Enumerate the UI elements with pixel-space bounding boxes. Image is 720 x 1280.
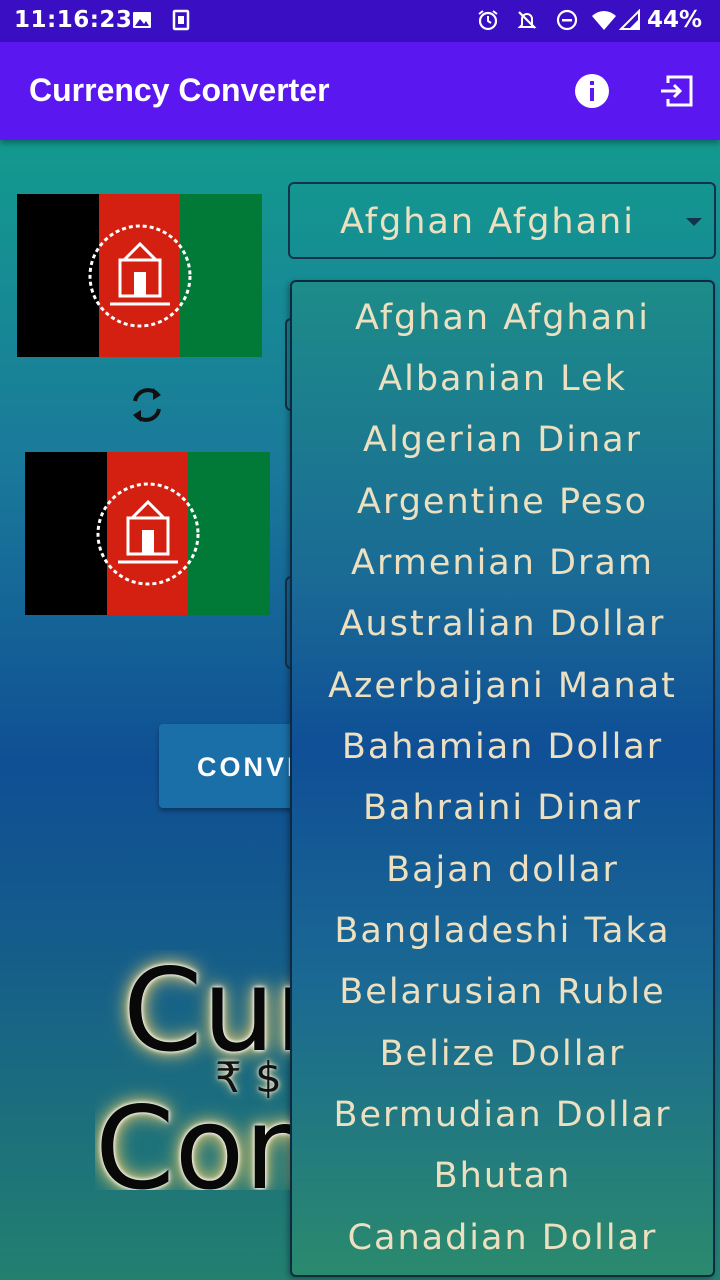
sim-icon xyxy=(172,9,190,31)
app-logo: Currency ₹ $ Converter xyxy=(95,950,290,1190)
dropdown-item[interactable]: Afghan Afghani xyxy=(292,288,713,349)
dropdown-item[interactable]: Belize Dollar xyxy=(292,1024,713,1085)
flag-emblem-icon xyxy=(96,482,199,585)
exit-icon[interactable] xyxy=(658,72,696,110)
dnd-icon xyxy=(556,9,578,31)
from-currency-value: Afghan Afghani xyxy=(340,202,635,242)
status-time: 11:16:23 xyxy=(14,7,133,33)
dropdown-item[interactable]: Australian Dollar xyxy=(292,594,713,655)
dropdown-item[interactable]: Bajan dollar xyxy=(292,840,713,901)
mute-icon xyxy=(517,11,537,29)
wifi-icon xyxy=(592,11,616,30)
dropdown-item[interactable]: Azerbaijani Manat xyxy=(292,656,713,717)
dropdown-item[interactable]: Bhutan xyxy=(292,1146,713,1207)
flag-emblem-icon xyxy=(88,224,191,327)
dropdown-item[interactable]: Bahraini Dinar xyxy=(292,778,713,839)
dropdown-arrow-icon xyxy=(686,218,702,226)
alarm-icon xyxy=(478,10,498,31)
dropdown-item[interactable]: Argentine Peso xyxy=(292,472,713,533)
to-currency-flag xyxy=(25,452,271,615)
dropdown-item[interactable]: Bermudian Dollar xyxy=(292,1085,713,1146)
dropdown-item[interactable]: Belarusian Ruble xyxy=(292,962,713,1023)
from-currency-flag xyxy=(17,194,263,357)
info-icon[interactable] xyxy=(573,72,611,110)
status-bar: 11:16:23 44% xyxy=(0,0,720,42)
app-bar: Currency Converter xyxy=(0,42,720,140)
battery-percent: 44% xyxy=(646,7,702,33)
dropdown-item[interactable]: Albanian Lek xyxy=(292,349,713,410)
dropdown-item[interactable]: Bahamian Dollar xyxy=(292,717,713,778)
dropdown-item[interactable]: Canadian Dollar xyxy=(292,1208,713,1269)
dropdown-item[interactable]: Algerian Dinar xyxy=(292,410,713,471)
signal-icon xyxy=(619,9,640,30)
logo-line2: Converter xyxy=(95,1082,290,1190)
dropdown-item[interactable]: Armenian Dram xyxy=(292,533,713,594)
swap-icon[interactable] xyxy=(127,383,167,427)
dropdown-item[interactable]: Bangladeshi Taka xyxy=(292,901,713,962)
currency-dropdown-list: Afghan Afghani Albanian Lek Algerian Din… xyxy=(290,280,715,1277)
from-currency-spinner[interactable]: Afghan Afghani xyxy=(288,182,716,259)
image-icon xyxy=(133,12,151,28)
app-title: Currency Converter xyxy=(29,72,330,108)
